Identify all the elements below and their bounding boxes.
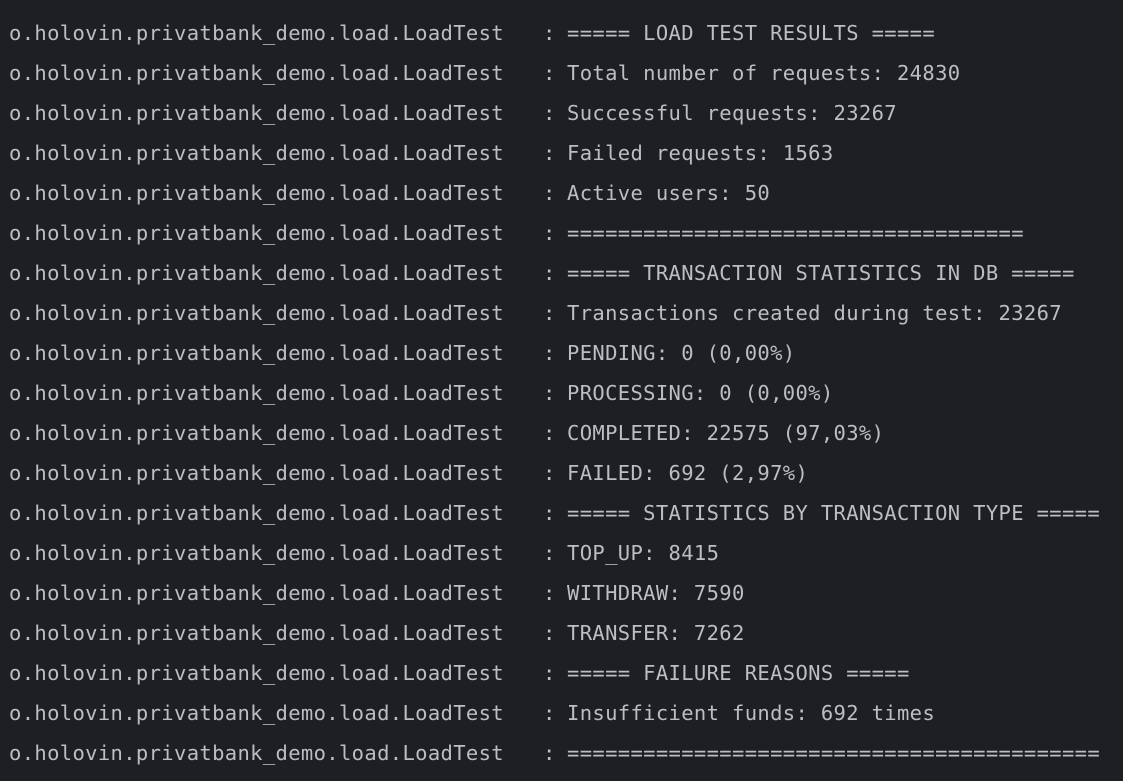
logger-name: o.holovin.privatbank_demo.load.LoadTest xyxy=(9,221,504,245)
logger-name: o.holovin.privatbank_demo.load.LoadTest xyxy=(9,21,504,45)
logger-name: o.holovin.privatbank_demo.load.LoadTest xyxy=(9,301,504,325)
logger-name: o.holovin.privatbank_demo.load.LoadTest xyxy=(9,381,504,405)
log-separator: : xyxy=(543,21,556,45)
log-line: o.holovin.privatbank_demo.load.LoadTest:… xyxy=(9,573,1123,613)
log-message: TOP_UP: 8415 xyxy=(567,541,720,565)
logger-name: o.holovin.privatbank_demo.load.LoadTest xyxy=(9,701,504,725)
log-line: o.holovin.privatbank_demo.load.LoadTest:… xyxy=(9,133,1123,173)
log-message: ===== FAILURE REASONS ===== xyxy=(567,661,910,685)
log-message: COMPLETED: 22575 (97,03%) xyxy=(567,421,885,445)
log-separator: : xyxy=(543,661,556,685)
log-separator: : xyxy=(543,501,556,525)
log-separator: : xyxy=(543,101,556,125)
log-line: o.holovin.privatbank_demo.load.LoadTest:… xyxy=(9,413,1123,453)
log-line: o.holovin.privatbank_demo.load.LoadTest:… xyxy=(9,453,1123,493)
log-separator: : xyxy=(543,341,556,365)
log-separator: : xyxy=(543,381,556,405)
logger-name: o.holovin.privatbank_demo.load.LoadTest xyxy=(9,661,504,685)
log-separator: : xyxy=(543,141,556,165)
log-message: ===== LOAD TEST RESULTS ===== xyxy=(567,21,936,45)
log-message: ==================================== xyxy=(567,221,1024,245)
log-separator: : xyxy=(543,221,556,245)
log-line: o.holovin.privatbank_demo.load.LoadTest:… xyxy=(9,253,1123,293)
log-separator: : xyxy=(543,541,556,565)
log-line: o.holovin.privatbank_demo.load.LoadTest:… xyxy=(9,293,1123,333)
log-line: o.holovin.privatbank_demo.load.LoadTest:… xyxy=(9,93,1123,133)
logger-name: o.holovin.privatbank_demo.load.LoadTest xyxy=(9,581,504,605)
logger-name: o.holovin.privatbank_demo.load.LoadTest xyxy=(9,621,504,645)
logger-name: o.holovin.privatbank_demo.load.LoadTest xyxy=(9,341,504,365)
log-message: ===== TRANSACTION STATISTICS IN DB ===== xyxy=(567,261,1075,285)
log-separator: : xyxy=(543,61,556,85)
logger-name: o.holovin.privatbank_demo.load.LoadTest xyxy=(9,181,504,205)
log-separator: : xyxy=(543,621,556,645)
log-message: Successful requests: 23267 xyxy=(567,101,897,125)
log-line: o.holovin.privatbank_demo.load.LoadTest:… xyxy=(9,213,1123,253)
log-message: ========================================… xyxy=(567,741,1101,765)
log-separator: : xyxy=(543,301,556,325)
log-message: FAILED: 692 (2,97%) xyxy=(567,461,809,485)
log-message: PENDING: 0 (0,00%) xyxy=(567,341,796,365)
log-message: Insufficient funds: 692 times xyxy=(567,701,936,725)
log-line: o.holovin.privatbank_demo.load.LoadTest:… xyxy=(9,733,1123,773)
logger-name: o.holovin.privatbank_demo.load.LoadTest xyxy=(9,61,504,85)
log-message: PROCESSING: 0 (0,00%) xyxy=(567,381,834,405)
log-message: Failed requests: 1563 xyxy=(567,141,834,165)
logger-name: o.holovin.privatbank_demo.load.LoadTest xyxy=(9,261,504,285)
logger-name: o.holovin.privatbank_demo.load.LoadTest xyxy=(9,501,504,525)
log-separator: : xyxy=(543,741,556,765)
log-line: o.holovin.privatbank_demo.load.LoadTest:… xyxy=(9,493,1123,533)
log-separator: : xyxy=(543,181,556,205)
log-line: o.holovin.privatbank_demo.load.LoadTest:… xyxy=(9,333,1123,373)
log-message: ===== STATISTICS BY TRANSACTION TYPE ===… xyxy=(567,501,1101,525)
log-message: WITHDRAW: 7590 xyxy=(567,581,745,605)
logger-name: o.holovin.privatbank_demo.load.LoadTest xyxy=(9,101,504,125)
log-separator: : xyxy=(543,701,556,725)
logger-name: o.holovin.privatbank_demo.load.LoadTest xyxy=(9,541,504,565)
logger-name: o.holovin.privatbank_demo.load.LoadTest xyxy=(9,741,504,765)
log-line: o.holovin.privatbank_demo.load.LoadTest:… xyxy=(9,533,1123,573)
log-line: o.holovin.privatbank_demo.load.LoadTest:… xyxy=(9,373,1123,413)
logger-name: o.holovin.privatbank_demo.load.LoadTest xyxy=(9,461,504,485)
logger-name: o.holovin.privatbank_demo.load.LoadTest xyxy=(9,421,504,445)
log-separator: : xyxy=(543,261,556,285)
log-line: o.holovin.privatbank_demo.load.LoadTest:… xyxy=(9,693,1123,733)
log-line: o.holovin.privatbank_demo.load.LoadTest:… xyxy=(9,653,1123,693)
log-line: o.holovin.privatbank_demo.load.LoadTest:… xyxy=(9,13,1123,53)
log-separator: : xyxy=(543,461,556,485)
log-message: Active users: 50 xyxy=(567,181,771,205)
log-message: Total number of requests: 24830 xyxy=(567,61,961,85)
console-output[interactable]: o.holovin.privatbank_demo.load.LoadTest:… xyxy=(0,0,1123,781)
log-line: o.holovin.privatbank_demo.load.LoadTest:… xyxy=(9,613,1123,653)
log-line: o.holovin.privatbank_demo.load.LoadTest:… xyxy=(9,53,1123,93)
log-separator: : xyxy=(543,421,556,445)
logger-name: o.holovin.privatbank_demo.load.LoadTest xyxy=(9,141,504,165)
log-separator: : xyxy=(543,581,556,605)
log-message: TRANSFER: 7262 xyxy=(567,621,745,645)
log-message: Transactions created during test: 23267 xyxy=(567,301,1062,325)
log-line: o.holovin.privatbank_demo.load.LoadTest:… xyxy=(9,173,1123,213)
